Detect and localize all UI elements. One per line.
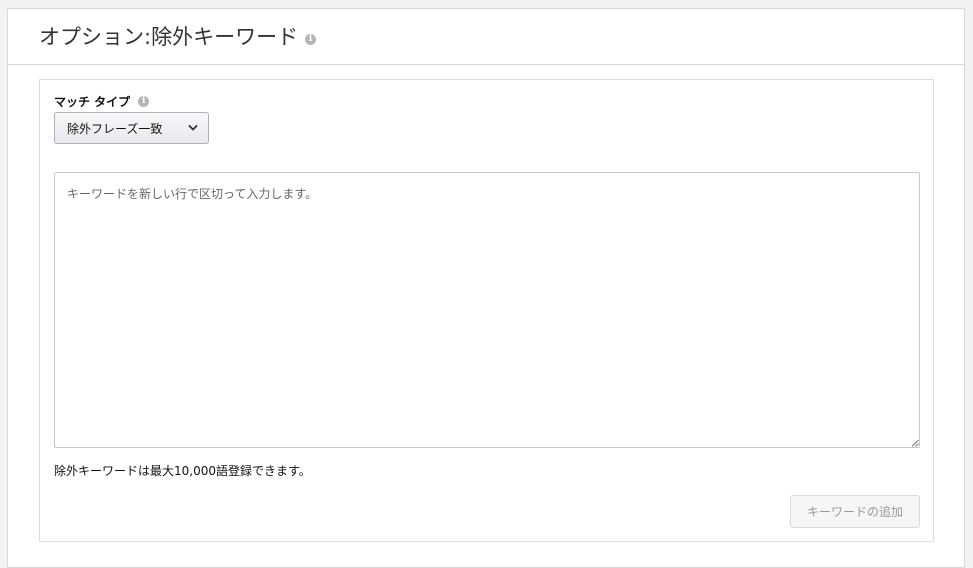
negative-keywords-panel: オプション:除外キーワード i マッチ タイプ i 除外フレーズ一致 除外キーワ… (7, 8, 965, 568)
panel-header: オプション:除外キーワード i (8, 9, 964, 65)
match-type-select[interactable]: 除外フレーズ一致 (54, 112, 209, 144)
match-type-selected-value: 除外フレーズ一致 (67, 121, 163, 136)
keywords-textarea[interactable] (54, 172, 920, 448)
info-icon[interactable]: i (305, 33, 317, 45)
panel-title-row: オプション:除外キーワード i (39, 21, 317, 51)
keyword-form: マッチ タイプ i 除外フレーズ一致 除外キーワードは最大10,000語登録でき… (39, 79, 934, 542)
match-type-label-row: マッチ タイプ i (54, 93, 150, 110)
match-type-label: マッチ タイプ (54, 95, 131, 109)
chevron-down-icon (188, 125, 198, 131)
keyword-limit-note: 除外キーワードは最大10,000語登録できます。 (54, 464, 311, 478)
match-type-info-icon[interactable]: i (138, 96, 150, 107)
page-title: オプション:除外キーワード (39, 25, 299, 49)
resize-grip-icon[interactable] (911, 439, 919, 447)
add-keywords-button[interactable]: キーワードの追加 (790, 495, 920, 528)
